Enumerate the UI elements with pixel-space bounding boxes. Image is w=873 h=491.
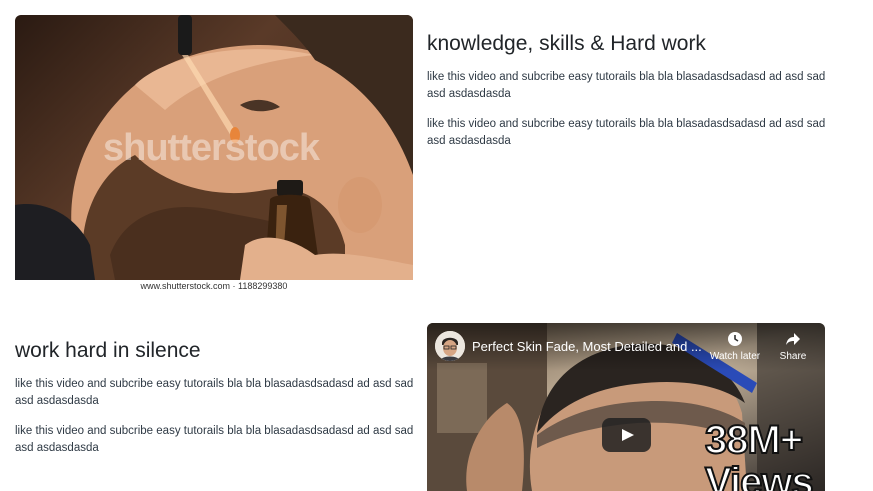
youtube-video-embed[interactable]: Perfect Skin Fade, Most Detailed and ...… [427,323,825,491]
section1-paragraph: like this video and subcribe easy tutora… [427,71,826,100]
share-label: Share [779,351,807,362]
section-title-silence: work hard in silence [15,339,201,362]
section2-paragraph: like this video and subcribe easy tutora… [15,378,414,407]
section2-paragraph: like this video and subcribe easy tutora… [15,425,414,454]
photo-watermark: shutterstock [103,127,320,169]
avatar-face-icon [435,331,465,361]
share-button[interactable]: Share [773,331,813,362]
views-overlay-text: 38M+ Views [704,418,815,491]
views-count: 38M+ [704,418,804,462]
views-word: Views [704,460,815,491]
watch-later-button[interactable]: Watch later [707,331,763,362]
stock-photo-card: shutterstock www.shutterstock.com · 1188… [15,15,413,295]
beard-oil-photo: shutterstock [15,15,413,280]
section-title-knowledge: knowledge, skills & Hard work [427,32,706,55]
clock-icon [707,331,763,349]
photo-caption: www.shutterstock.com · 1188299380 [140,281,288,291]
share-arrow-icon [773,331,813,349]
watch-later-label: Watch later [709,351,761,362]
channel-avatar[interactable] [435,331,465,361]
play-button[interactable] [602,418,651,452]
section1-paragraph: like this video and subcribe easy tutora… [427,118,826,147]
video-title[interactable]: Perfect Skin Fade, Most Detailed and ... [472,339,702,354]
